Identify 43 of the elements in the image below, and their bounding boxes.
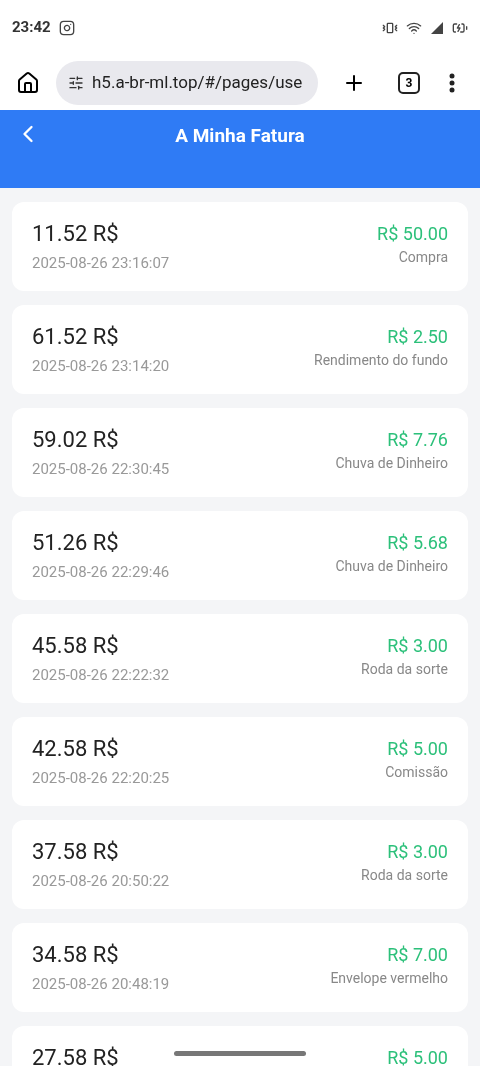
date-text: 2025-08-26 22:20:25 — [32, 767, 170, 789]
type-text: Chuva de Dinheiro — [335, 454, 448, 473]
type-text: Roda da sorte — [361, 660, 448, 679]
amount-text: R$ 7.76 — [387, 428, 448, 452]
type-text: Roda da sorte — [361, 866, 448, 885]
balance-text: 37.58 R$ — [32, 838, 120, 866]
amount-text: R$ 7.00 — [387, 943, 448, 967]
amount-text: R$ 2.50 — [387, 325, 448, 349]
amount-text: R$ 5.68 — [387, 531, 448, 555]
balance-text: 59.02 R$ — [32, 426, 120, 454]
date-text: 2025-08-26 23:16:07 — [32, 252, 170, 274]
page-title: A Minha Fatura — [175, 123, 305, 149]
balance-text: 34.58 R$ — [32, 941, 120, 969]
balance-text: 51.26 R$ — [32, 529, 120, 557]
amount-text: R$ 5.00 — [387, 1046, 448, 1066]
balance-text: 11.52 R$ — [32, 220, 120, 248]
type-text: Compra — [398, 248, 448, 267]
date-text: 2025-08-26 20:48:19 — [32, 973, 170, 995]
balance-text: 45.58 R$ — [32, 632, 120, 660]
amount-text: R$ 3.00 — [387, 634, 448, 658]
instagram-icon — [58, 19, 75, 36]
date-text: 2025-08-26 22:30:45 — [32, 458, 170, 480]
signal-icon — [430, 20, 444, 35]
date-text: 2025-08-26 22:29:46 — [32, 561, 170, 583]
type-text: Envelope vermelho — [330, 969, 448, 988]
date-text: 2025-08-26 23:14:20 — [32, 355, 170, 377]
menu-icon — [449, 72, 455, 93]
amount-text: R$ 5.00 — [387, 737, 448, 761]
amount-text: R$ 3.00 — [387, 840, 448, 864]
type-text: Comissão — [385, 763, 448, 782]
amount-text: R$ 50.00 — [377, 222, 448, 246]
balance-text: 61.52 R$ — [32, 323, 120, 351]
type-text: Rendimento do fundo — [314, 351, 448, 370]
home-icon — [16, 70, 40, 95]
tab-count-button[interactable]: 3 — [398, 71, 420, 94]
url-text: h5.a-br-ml.top/#/pages/use — [92, 70, 303, 94]
date-text: 2025-08-26 22:22:32 — [32, 664, 170, 686]
status-time: 23:42 — [12, 17, 51, 39]
address-bar[interactable]: h5.a-br-ml.top/#/pages/use — [56, 60, 318, 105]
balance-text: 42.58 R$ — [32, 735, 120, 763]
date-text: 2025-08-26 20:50:22 — [32, 870, 170, 892]
type-text: Chuva de Dinheiro — [335, 557, 448, 576]
site-settings-icon[interactable] — [68, 74, 84, 91]
